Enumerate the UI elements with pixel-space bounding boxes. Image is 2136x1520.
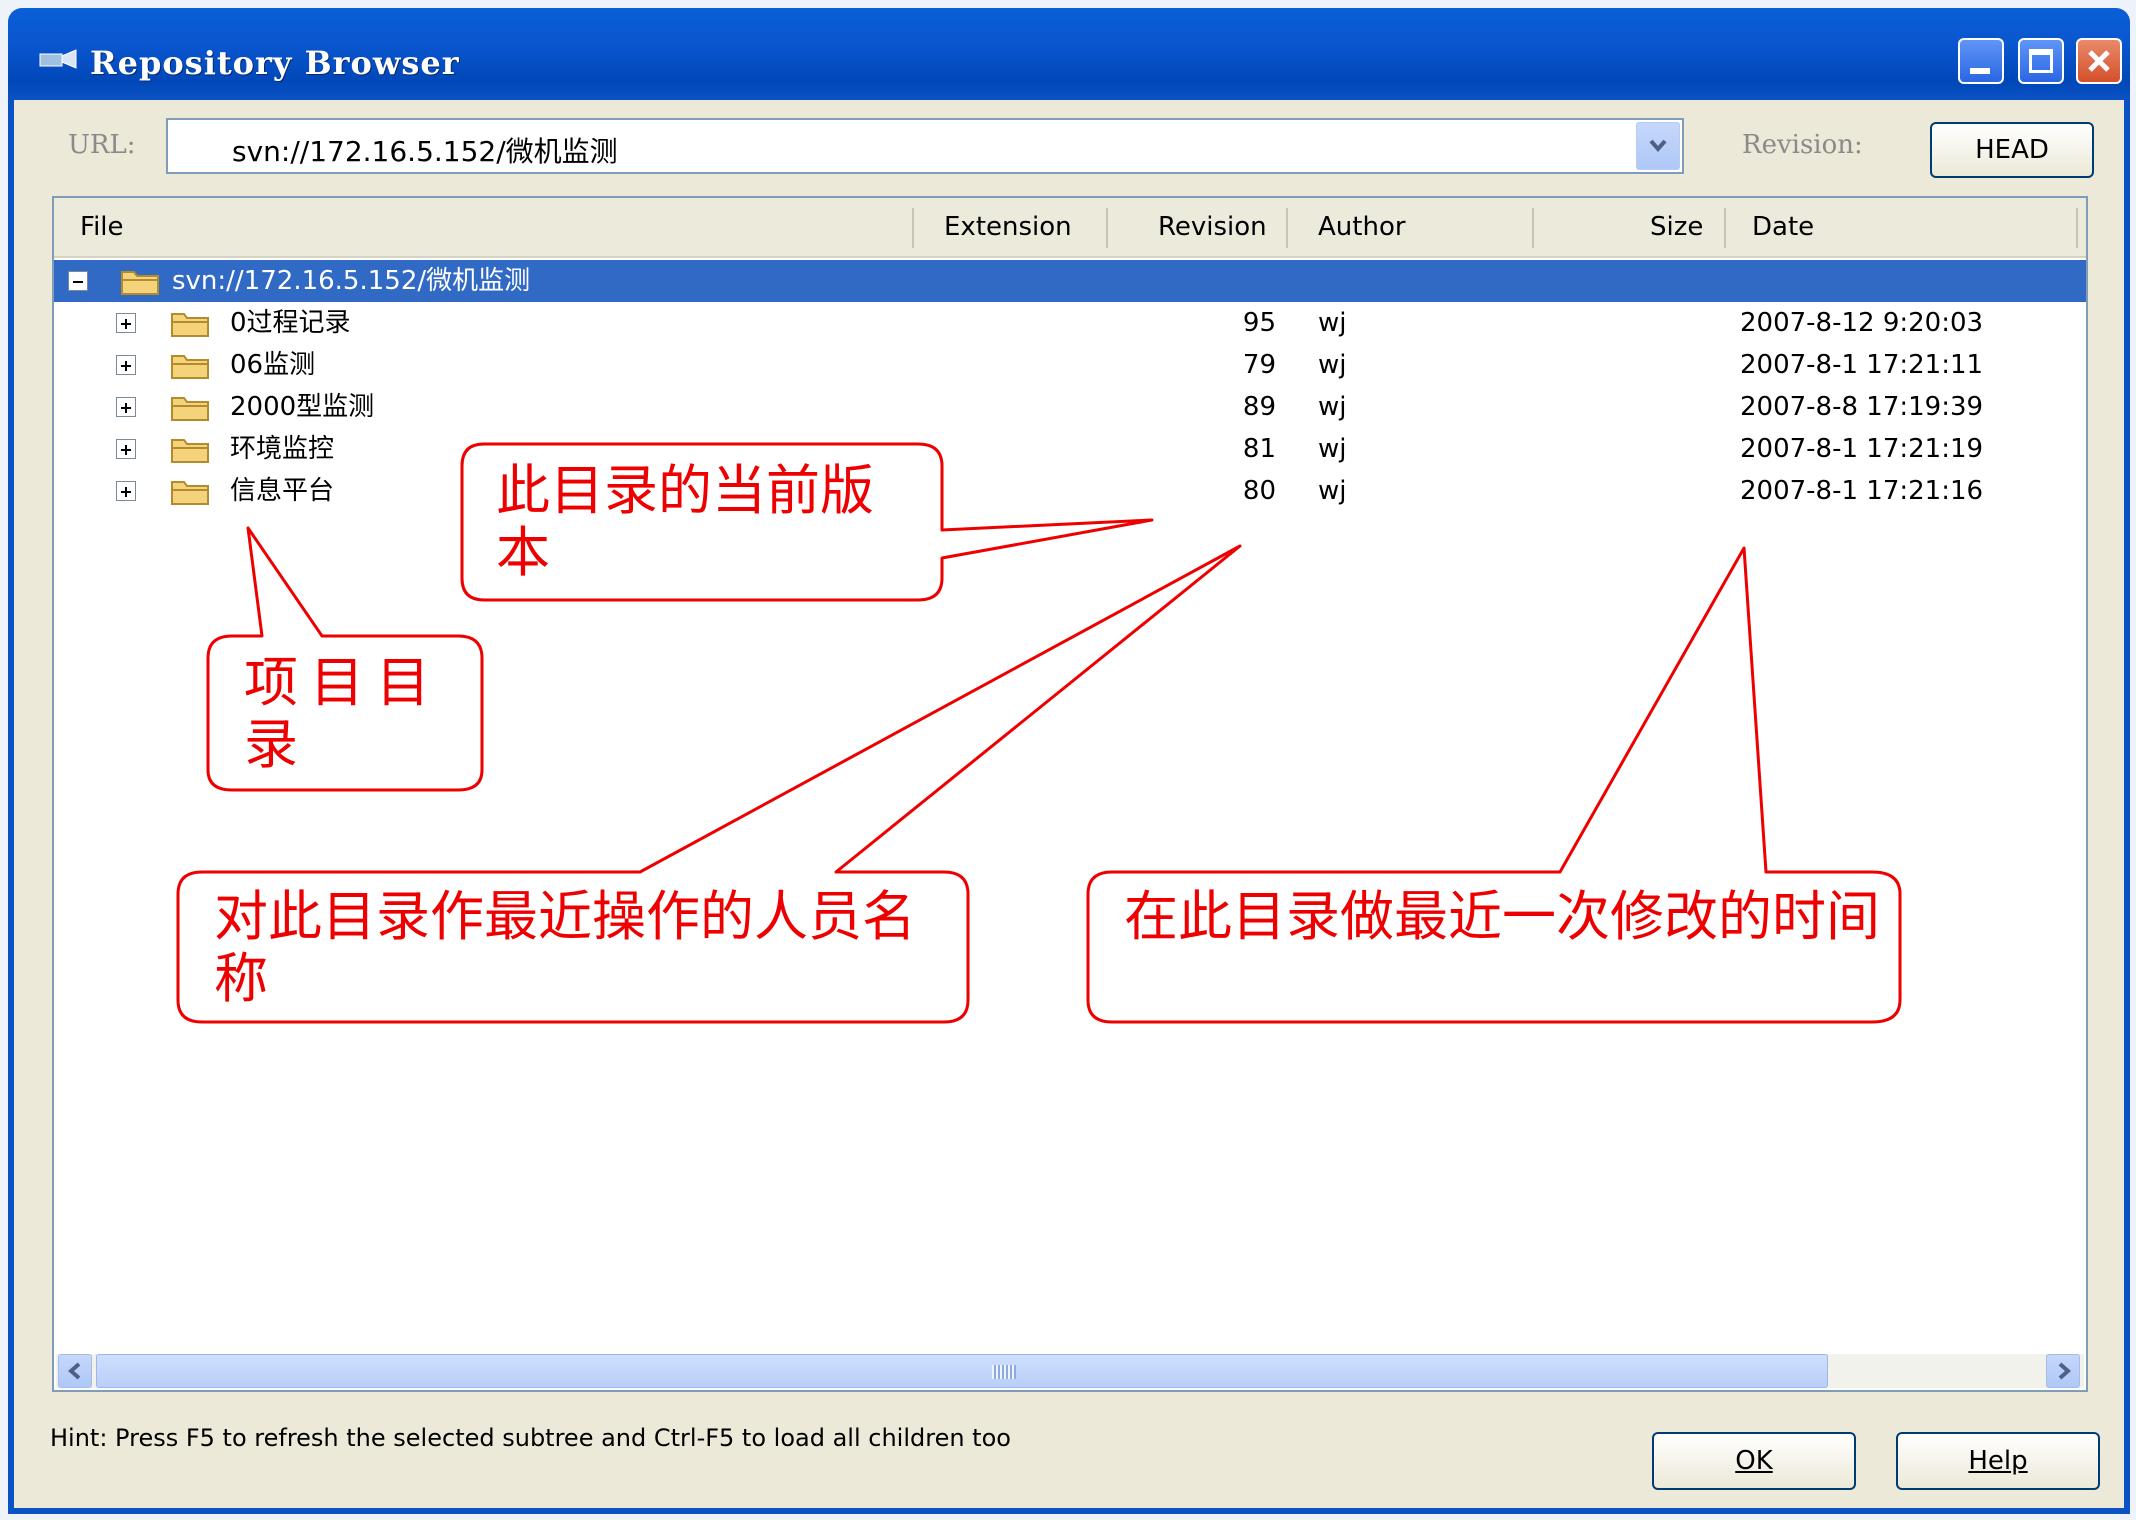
callout-date: [1086, 546, 1902, 1024]
annotation-project-text: 项目目录: [244, 651, 442, 776]
annotation-date-text: 在此目录做最近一次修改的时间: [1124, 885, 1880, 948]
repository-browser-window: Repository Browser URL: svn://172.16.5.1…: [0, 0, 2136, 1520]
annotation-author-text: 对此目录作最近操作的人员名称: [214, 885, 916, 1010]
annotation-revision-text: 此目录的当前版本: [496, 459, 874, 584]
